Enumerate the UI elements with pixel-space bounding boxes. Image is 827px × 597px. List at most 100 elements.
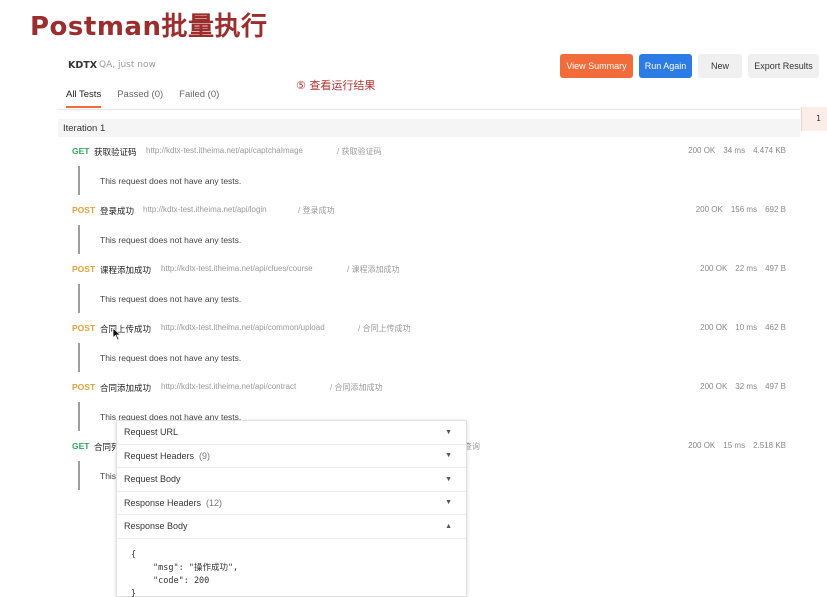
tab-failed[interactable]: Failed (0) [179, 89, 219, 108]
code-line: "code": 200 [153, 575, 210, 586]
new-button[interactable]: New [698, 54, 742, 78]
request-method: GET [72, 146, 90, 156]
response-headers-section[interactable]: Response Headers (12) ▼ [117, 492, 466, 515]
iteration-label: Iteration 1 [63, 123, 106, 134]
response-size: 2.518 KB [753, 441, 786, 450]
view-summary-button[interactable]: View Summary [560, 54, 633, 78]
response-time: 34 ms [723, 146, 746, 155]
status-badge: 200 OK [700, 264, 728, 273]
request-note: This request does not have any tests. [100, 294, 242, 304]
code-line: "msg": "操作成功", [153, 562, 239, 573]
request-folder: / 合同添加成功 [330, 383, 383, 392]
response-time: 15 ms [723, 441, 746, 450]
section-label-wrap: Request Headers (9) [124, 451, 210, 461]
response-time: 156 ms [730, 205, 758, 214]
section-label: Request Headers [124, 450, 195, 461]
request-name: 合同添加成功 [100, 383, 152, 393]
request-folder: / 合同上传成功 [358, 324, 411, 333]
note-divider [78, 166, 80, 195]
section-label: Request Body [124, 474, 181, 485]
note-divider [78, 225, 80, 254]
results-tabs: All Tests Passed (0) Failed (0) [66, 89, 219, 108]
response-time: 22 ms [735, 264, 758, 273]
request-row[interactable]: POST 课程添加成功 http://kdtx-test.itheima.net… [72, 264, 792, 278]
run-again-button[interactable]: Run Again [639, 54, 692, 78]
export-results-button[interactable]: Export Results [748, 54, 819, 78]
note-divider [78, 402, 80, 431]
response-size: 692 B [765, 205, 786, 214]
header-count: (9) [199, 450, 211, 461]
request-folder: / 课程添加成功 [347, 265, 400, 274]
request-note: This request does not have any tests. [100, 176, 242, 186]
request-note: This request does not have any tests. [100, 235, 242, 245]
request-row[interactable]: POST 合同添加成功 http://kdtx-test.itheima.net… [72, 382, 792, 396]
response-size: 497 B [765, 382, 786, 391]
tab-passed[interactable]: Passed (0) [117, 89, 163, 108]
code-line: { [131, 549, 137, 560]
request-url: http://kdtx-test.itheima.net/api/contrac… [161, 382, 297, 391]
request-method: POST [72, 382, 96, 392]
step-annotation: ⑤ 查看运行结果 [296, 79, 376, 92]
status-badge: 200 OK [695, 205, 723, 214]
run-meta: QA, just now [99, 60, 156, 70]
chevron-down-icon: ▼ [445, 428, 452, 436]
request-url: http://kdtx-test.itheima.net/api/clues/c… [161, 264, 313, 273]
section-label-wrap: Response Headers (12) [124, 498, 222, 508]
request-stats: 200 OK 34 ms 4.474 KB [688, 146, 786, 155]
request-details-panel: Request URL ▼ Request Headers (9) ▼ Reque… [116, 420, 467, 597]
request-stats: 200 OK 22 ms 497 B [700, 264, 786, 273]
status-badge: 200 OK [700, 382, 728, 391]
request-url-section[interactable]: Request URL ▼ [117, 421, 466, 445]
tab-all-tests[interactable]: All Tests [66, 89, 102, 108]
tabs-divider [58, 109, 800, 110]
status-badge: 200 OK [688, 146, 716, 155]
request-method: GET [72, 441, 90, 451]
request-url: http://kdtx-test.itheima.net/api/captcha… [146, 146, 303, 155]
mouse-pointer-icon [112, 327, 122, 341]
section-label: Response Headers [124, 497, 202, 508]
chevron-down-icon: ▼ [445, 452, 452, 460]
header-count: (12) [206, 497, 223, 508]
request-name: 获取验证码 [94, 147, 137, 157]
request-row[interactable]: POST 登录成功 http://kdtx-test.itheima.net/a… [72, 205, 792, 219]
slide-title: Postman批量执行 [30, 12, 268, 42]
chevron-down-icon: ▼ [445, 499, 452, 507]
request-url: http://kdtx-test.itheima.net/api/login [143, 205, 267, 214]
response-size: 4.474 KB [753, 146, 786, 155]
request-stats: 200 OK 15 ms 2.518 KB [688, 441, 786, 450]
request-note: This request does not have any tests. [100, 353, 242, 363]
note-divider [78, 343, 80, 372]
response-size: 462 B [765, 323, 786, 332]
response-size: 497 B [765, 264, 786, 273]
code-line: } [131, 588, 137, 597]
section-label: Request URL [124, 427, 179, 438]
request-body-section[interactable]: Request Body ▼ [117, 468, 466, 492]
response-body-content: { "msg": "操作成功", "code": 200 } [117, 539, 466, 597]
note-divider [78, 284, 80, 313]
request-row[interactable]: GET 获取验证码 http://kdtx-test.itheima.net/a… [72, 146, 792, 160]
request-method: POST [72, 264, 96, 274]
request-name: 登录成功 [100, 206, 135, 216]
note-divider [78, 461, 80, 490]
chevron-down-icon: ▼ [445, 475, 452, 483]
request-url: http://kdtx-test.itheima.net/api/common/… [161, 323, 325, 332]
request-name: 课程添加成功 [100, 265, 152, 275]
request-row[interactable]: POST 合同上传成功 http://kdtx-test.itheima.net… [72, 323, 792, 337]
run-name: KDTX [68, 60, 98, 71]
request-name: 合同上传成功 [100, 324, 152, 334]
request-method: POST [72, 323, 96, 333]
response-body-section[interactable]: Response Body ▲ [117, 515, 466, 539]
status-badge: 200 OK [688, 441, 716, 450]
request-folder: / 获取验证码 [337, 147, 382, 156]
iteration-selector[interactable]: 1 [801, 107, 827, 131]
request-stats: 200 OK 32 ms 497 B [700, 382, 786, 391]
iteration-number: 1 [816, 114, 822, 123]
iteration-bar [58, 119, 800, 137]
response-time: 10 ms [735, 323, 758, 332]
section-label: Response Body [124, 521, 188, 532]
chevron-up-icon: ▲ [445, 522, 452, 530]
request-headers-section[interactable]: Request Headers (9) ▼ [117, 445, 466, 468]
response-time: 32 ms [735, 382, 758, 391]
request-folder: / 登录成功 [298, 206, 335, 215]
request-stats: 200 OK 156 ms 692 B [696, 205, 786, 214]
